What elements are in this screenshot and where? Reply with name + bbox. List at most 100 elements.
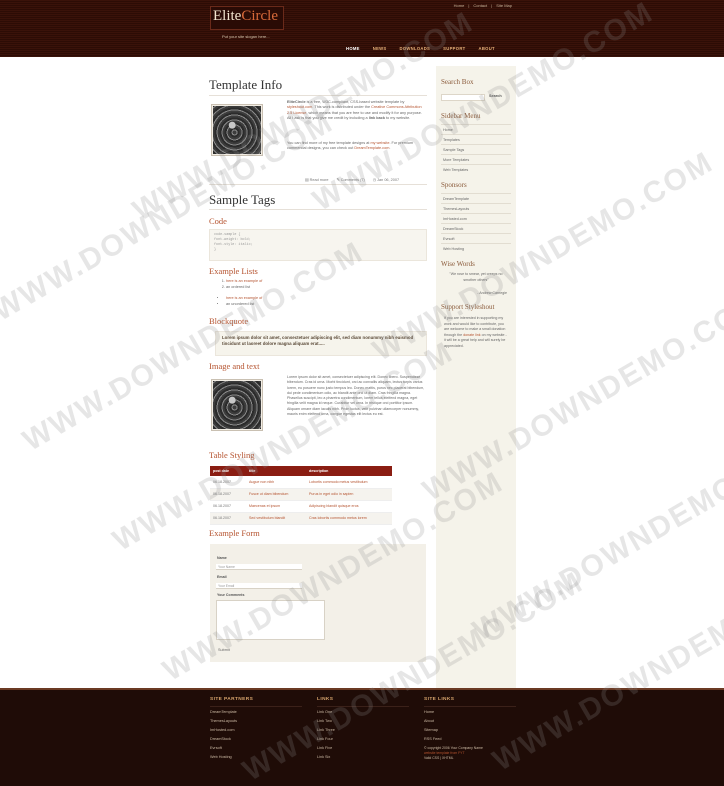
post-date: ◷ Jan 06, 2007 bbox=[372, 178, 400, 182]
footer-link[interactable]: Link Four bbox=[317, 737, 333, 741]
footer-partners-title: SITE PARTNERS bbox=[210, 697, 254, 702]
column-header: description bbox=[306, 466, 392, 476]
footer-link[interactable]: Home bbox=[424, 710, 434, 714]
footer-link[interactable]: Link Three bbox=[317, 728, 335, 732]
sidebar-item-web-templates[interactable]: Web Templates bbox=[443, 168, 468, 172]
footer-link[interactable]: ImHosted.com bbox=[210, 728, 234, 732]
footer-site-links-title: SITE LINKS bbox=[424, 697, 455, 702]
table-row: 06.18.2007 Sed vestibulum blandit Cras lob… bbox=[210, 512, 392, 525]
sponsor-link[interactable]: DreamTemplate bbox=[443, 197, 469, 201]
divider bbox=[210, 706, 302, 707]
comments-link[interactable]: ✎ Comments (7) bbox=[336, 177, 364, 182]
watermark: WWW.DOWNDEMO.COM bbox=[107, 335, 460, 558]
footer-link[interactable]: DreamTemplate bbox=[210, 710, 237, 714]
divider bbox=[441, 164, 511, 165]
list-item: an ordered list bbox=[226, 285, 262, 291]
footer-link[interactable]: Evrsoft bbox=[210, 746, 222, 750]
footer-link[interactable]: DreamStock bbox=[210, 737, 231, 741]
post-divider bbox=[209, 184, 427, 185]
intro-paragraph-1: EliteCircle is a free, W3C-compliant, CS… bbox=[287, 100, 422, 121]
nav-news[interactable]: NEWS bbox=[373, 46, 387, 51]
footer-link[interactable]: About bbox=[424, 719, 434, 723]
table-heading: Table Styling bbox=[209, 450, 255, 460]
styleshout-link[interactable]: styleshout.com bbox=[287, 105, 312, 109]
sponsor-link[interactable]: Evrsoft bbox=[443, 237, 454, 241]
top-link-home[interactable]: Home bbox=[454, 3, 465, 8]
name-field[interactable] bbox=[216, 564, 302, 570]
logo-text-elite: Elite bbox=[213, 8, 242, 24]
footer-link[interactable]: Link Two bbox=[317, 719, 332, 723]
divider bbox=[441, 134, 511, 135]
top-link-sitemap[interactable]: Site Map bbox=[496, 3, 512, 8]
table-row: 06.18.2007 Augue non nibh Lobortis commodo… bbox=[210, 476, 392, 489]
divider bbox=[441, 154, 511, 155]
donate-link[interactable]: donate link bbox=[463, 333, 480, 337]
title-divider bbox=[209, 95, 427, 96]
footer-link[interactable]: Link Six bbox=[317, 755, 330, 759]
sample-tags-divider bbox=[209, 209, 427, 210]
list-item[interactable]: here is an example of bbox=[226, 279, 262, 283]
email-field[interactable] bbox=[216, 583, 302, 589]
main-nav: HOME NEWS DOWNLOADS SUPPORT ABOUT bbox=[346, 46, 495, 51]
divider bbox=[441, 144, 511, 145]
wise-quote: "We rose to smear, yet creeps no smother… bbox=[449, 272, 503, 282]
nav-home[interactable]: HOME bbox=[346, 46, 360, 51]
blockquote-heading: Blockquote bbox=[209, 316, 249, 326]
sponsor-link[interactable]: ImHosted.com bbox=[443, 217, 467, 221]
read-more-link[interactable]: ▤ Read more bbox=[305, 177, 328, 182]
wise-words-title: Wise Words bbox=[441, 260, 475, 268]
image-text-thumbnail bbox=[211, 379, 263, 431]
code-heading: Code bbox=[209, 216, 227, 226]
column-header: post date bbox=[210, 466, 246, 476]
list-item: an unordered list bbox=[226, 302, 262, 308]
sponsors-title: Sponsors bbox=[441, 181, 467, 189]
sidebar-item-templates[interactable]: Templates bbox=[443, 138, 460, 142]
styled-table: post date title description 06.18.2007 Au… bbox=[210, 466, 392, 525]
sidebar-item-more-templates[interactable]: More Templates bbox=[443, 158, 469, 162]
divider bbox=[424, 706, 516, 707]
copyright: © copyright 2006 Your Company Name bbox=[424, 746, 483, 750]
search-box-title: Search Box bbox=[441, 78, 474, 86]
submit-button[interactable]: Submit bbox=[218, 648, 230, 652]
sidebar-item-sample-tags[interactable]: Sample Tags bbox=[443, 148, 464, 152]
logo-text-circle: Circle bbox=[241, 8, 278, 24]
nav-about[interactable]: ABOUT bbox=[479, 46, 495, 51]
intro-paragraph-2: You can find more of my free template de… bbox=[287, 141, 414, 151]
footer-link[interactable]: ThemesLayouts bbox=[210, 719, 237, 723]
divider bbox=[441, 233, 511, 234]
divider bbox=[441, 124, 511, 125]
list-item[interactable]: here is an example of bbox=[226, 296, 262, 300]
footer-link[interactable]: Sitemap bbox=[424, 728, 438, 732]
nav-support[interactable]: SUPPORT bbox=[443, 46, 465, 51]
sidebar-item-home[interactable]: Home bbox=[443, 128, 453, 132]
footer-link[interactable]: RSS Feed bbox=[424, 737, 442, 741]
footer-link[interactable]: Link Five bbox=[317, 746, 332, 750]
blockquote: Lorem ipsum dolor sit amet, consectetuer… bbox=[215, 331, 427, 356]
my-website-link[interactable]: my website bbox=[370, 141, 389, 145]
comments-label: Your Comments bbox=[217, 593, 245, 597]
sample-tags-title: Sample Tags bbox=[209, 192, 276, 207]
divider bbox=[441, 243, 511, 244]
site-logo[interactable]: EliteCircle bbox=[213, 8, 278, 25]
sponsor-link[interactable]: ThemesLayouts bbox=[443, 207, 469, 211]
support-title: Support Styleshout bbox=[441, 303, 495, 311]
sponsor-link[interactable]: Web Hosting bbox=[443, 247, 464, 251]
dreamtemplate-link[interactable]: DreamTemplate.com bbox=[354, 146, 389, 150]
search-button[interactable]: Search bbox=[489, 94, 502, 98]
table-row: 06.18.2007 Maecenas et ipsum Adipiscing bl… bbox=[210, 500, 392, 513]
support-text: If you are interested in supporting my w… bbox=[444, 316, 507, 348]
footer-link[interactable]: Link One bbox=[317, 710, 332, 714]
credits-link[interactable]: website template from FYT bbox=[424, 751, 465, 755]
nav-downloads[interactable]: DOWNLOADS bbox=[400, 46, 431, 51]
validation-links[interactable]: Valid CSS | XHTML bbox=[424, 756, 453, 760]
divider bbox=[441, 203, 511, 204]
post-footer: ▤ Read more ✎ Comments (7) ◷ Jan 06, 200… bbox=[305, 177, 399, 182]
comments-textarea[interactable] bbox=[216, 600, 325, 640]
sponsor-link[interactable]: DreamStock bbox=[443, 227, 463, 231]
search-input[interactable] bbox=[441, 94, 485, 101]
ordered-list: here is an example of an ordered list bbox=[218, 279, 262, 290]
divider bbox=[441, 223, 511, 224]
footer-link[interactable]: Web Hosting bbox=[210, 755, 232, 759]
site-slogan: Put your site slogan here... bbox=[222, 34, 270, 39]
top-link-contact[interactable]: Contact bbox=[473, 3, 487, 8]
